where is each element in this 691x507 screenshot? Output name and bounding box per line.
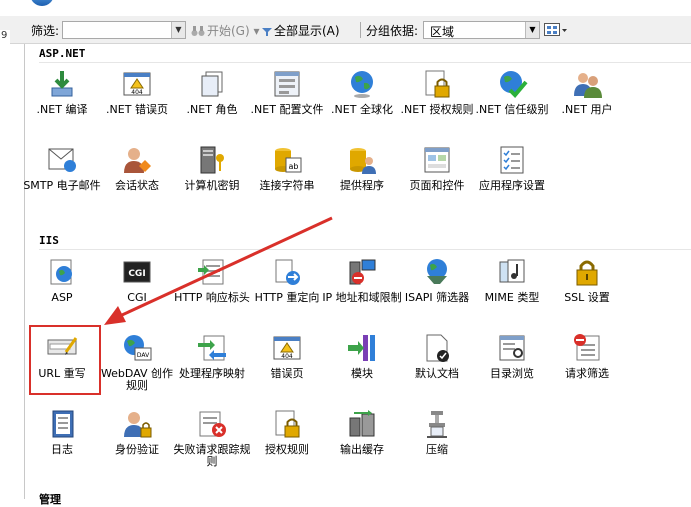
annotation-arrow bbox=[104, 216, 333, 325]
